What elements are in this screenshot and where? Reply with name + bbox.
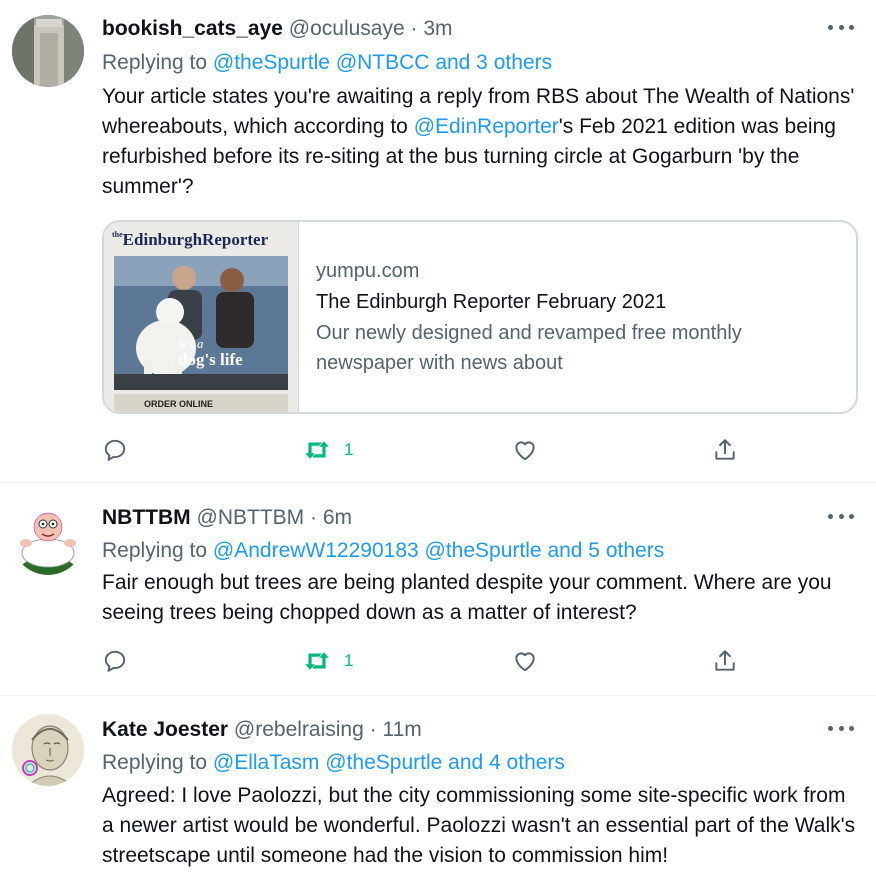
avatar-image (12, 15, 84, 87)
retweet-button[interactable]: 1 (302, 435, 353, 465)
replying-to: Replying to @EllaTasm @theSpurtle and 4 … (102, 749, 565, 777)
link-card[interactable]: theEdinburghReporter It's a dog's life O… (102, 220, 858, 414)
reply-icon[interactable] (102, 435, 128, 465)
avatar-image (12, 503, 84, 575)
replying-to: Replying to @theSpurtle @NTBCC and 3 oth… (102, 49, 552, 77)
share-icon[interactable] (712, 435, 738, 465)
cover-footer: ORDER ONLINE (144, 399, 214, 409)
display-name[interactable]: bookish_cats_aye (102, 17, 283, 40)
user-handle[interactable]: @NBTTBM (197, 506, 305, 529)
retweet-icon (305, 652, 329, 670)
avatar[interactable] (12, 714, 84, 786)
card-thumbnail: theEdinburghReporter It's a dog's life O… (104, 222, 299, 412)
share-icon[interactable] (712, 646, 738, 676)
like-icon[interactable] (512, 646, 538, 676)
retweet-icon (305, 441, 329, 459)
avatar-image (12, 714, 84, 786)
like-icon[interactable] (512, 435, 538, 465)
card-text: yumpu.com The Edinburgh Reporter Februar… (316, 256, 836, 378)
tweet-text: Fair enough but trees are being planted … (102, 571, 832, 624)
avatar[interactable] (12, 15, 84, 87)
masthead-small: the (112, 230, 123, 239)
tweet-text: Your article states you're awaiting a re… (102, 82, 862, 202)
replying-to: Replying to @AndrewW12290183 @theSpurtle… (102, 537, 664, 565)
timestamp[interactable]: 11m (382, 718, 421, 741)
timestamp[interactable]: 6m (323, 506, 352, 529)
others-link[interactable]: and 3 others (435, 51, 552, 74)
replying-label: Replying to (102, 751, 208, 774)
tweet-actions: 1 (102, 435, 742, 465)
mention-link[interactable]: @theSpurtle (425, 539, 542, 562)
card-description: Our newly designed and revamped free mon… (316, 322, 742, 374)
mention-link[interactable]: @AndrewW12290183 (213, 539, 419, 562)
mention-link[interactable]: @theSpurtle (213, 51, 330, 74)
timestamp[interactable]: 3m (423, 17, 452, 40)
card-title: The Edinburgh Reporter February 2021 (316, 291, 667, 313)
mention-link[interactable]: @EdinReporter (414, 115, 559, 138)
separator: · (410, 17, 418, 40)
mention-link[interactable]: @EllaTasm (213, 751, 320, 774)
mention-link[interactable]: @theSpurtle (325, 751, 442, 774)
tweet-header: Kate Joester @rebelraising · 11m (102, 716, 422, 744)
user-handle[interactable]: @oculusaye (289, 17, 405, 40)
separator: · (310, 506, 317, 529)
tweet-header: NBTTBM @NBTTBM · 6m (102, 504, 352, 532)
others-link[interactable]: and 4 others (448, 751, 565, 774)
tweet-header: bookish_cats_aye @oculusaye · 3m (102, 15, 453, 43)
reply-icon[interactable] (102, 646, 128, 676)
replying-label: Replying to (102, 51, 208, 74)
tweet-nbttbm[interactable]: NBTTBM @NBTTBM · 6m Replying to @AndrewW… (0, 483, 876, 695)
masthead: EdinburghReporter (122, 230, 269, 249)
retweet-count: 1 (344, 651, 354, 670)
tweet-bookish-cats-aye[interactable]: bookish_cats_aye @oculusaye · 3m Replyin… (0, 0, 876, 482)
card-domain: yumpu.com (316, 260, 420, 282)
display-name[interactable]: NBTTBM (102, 506, 191, 529)
cover-caption: dog's life (178, 350, 243, 369)
more-icon[interactable] (828, 726, 854, 734)
others-link[interactable]: and 5 others (547, 539, 664, 562)
cover-photo: It's a dog's life (114, 256, 288, 390)
tweet-text: Agreed: I love Paolozzi, but the city co… (102, 784, 856, 867)
replying-label: Replying to (102, 539, 208, 562)
avatar[interactable] (12, 503, 84, 575)
retweet-button[interactable]: 1 (302, 646, 353, 676)
tweet-kate-joester[interactable]: Kate Joester @rebelraising · 11m Replyin… (0, 696, 876, 876)
more-icon[interactable] (828, 25, 854, 33)
tweet-actions: 1 (102, 646, 742, 676)
mention-link[interactable]: @NTBCC (336, 51, 430, 74)
retweet-count: 1 (344, 440, 354, 459)
user-handle[interactable]: @rebelraising (234, 718, 364, 741)
separator: · (369, 718, 377, 741)
display-name[interactable]: Kate Joester (102, 718, 228, 741)
more-icon[interactable] (828, 514, 854, 522)
